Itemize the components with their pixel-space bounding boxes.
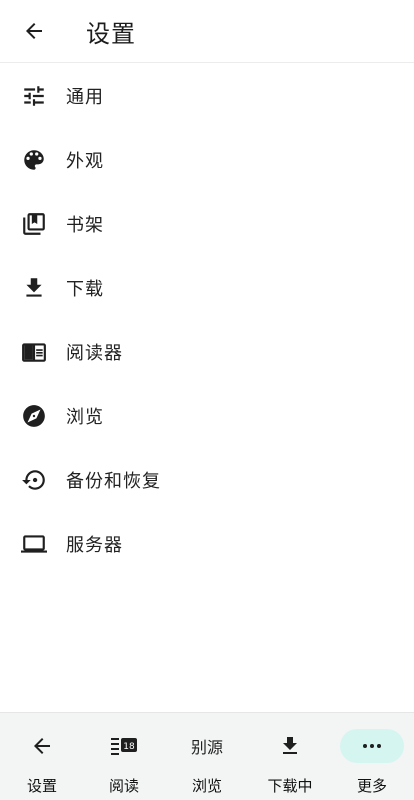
settings-screen: 设置 通用 外观 书架 下载 阅读器 浏览 备份和恢复 服务器 设置 18 阅读…: [0, 0, 414, 800]
settings-item-server[interactable]: 服务器: [0, 512, 414, 576]
settings-item-reader[interactable]: 阅读器: [0, 320, 414, 384]
download-icon: [20, 274, 48, 302]
settings-item-label: 外观: [66, 151, 104, 172]
settings-item-label: 下载: [66, 279, 104, 300]
badge-number: 18: [123, 742, 135, 752]
source-glyph: 别源: [190, 738, 223, 757]
app-bar-divider: [0, 62, 414, 63]
settings-item-appearance[interactable]: 外观: [0, 128, 414, 192]
bottom-nav-label: 浏览: [191, 777, 222, 795]
bottom-nav-label: 下载中: [267, 777, 313, 795]
bottom-nav-label: 更多: [356, 777, 387, 795]
bottom-nav-settings[interactable]: 设置: [1, 713, 83, 800]
settings-item-label: 浏览: [66, 407, 104, 428]
settings-item-label: 阅读器: [66, 343, 123, 364]
settings-item-backup-restore[interactable]: 备份和恢复: [0, 448, 414, 512]
bottom-nav-reading[interactable]: 18 阅读: [83, 713, 165, 800]
download-icon: [258, 729, 322, 763]
settings-item-label: 服务器: [66, 535, 123, 556]
palette-icon: [20, 146, 48, 174]
more-icon: [340, 729, 404, 763]
back-button[interactable]: [6, 0, 62, 62]
reader-icon: [20, 338, 48, 366]
top-app-bar: 设置: [0, 0, 414, 62]
bottom-nav: 设置 18 阅读 别源 浏览 下载中 更多: [0, 712, 414, 800]
settings-item-general[interactable]: 通用: [0, 64, 414, 128]
page-title: 设置: [86, 19, 136, 48]
settings-list: 通用 外观 书架 下载 阅读器 浏览 备份和恢复 服务器: [0, 64, 414, 576]
bookshelf-icon: [20, 210, 48, 238]
restore-icon: [20, 466, 48, 494]
arrow-left-icon: [26, 23, 42, 39]
source-icon: 别源: [175, 729, 239, 763]
settings-item-label: 通用: [66, 87, 104, 108]
settings-item-label: 备份和恢复: [66, 471, 161, 492]
compass-icon: [20, 402, 48, 430]
calendar-badge-icon: 18: [92, 729, 156, 763]
tune-icon: [20, 82, 48, 110]
bottom-nav-browse[interactable]: 别源 浏览: [166, 713, 248, 800]
settings-item-browse[interactable]: 浏览: [0, 384, 414, 448]
settings-item-downloads[interactable]: 下载: [0, 256, 414, 320]
bottom-nav-label: 设置: [26, 777, 57, 795]
settings-item-label: 书架: [66, 215, 104, 236]
bottom-nav-more[interactable]: 更多: [331, 713, 413, 800]
back-arrow-icon: [10, 729, 74, 763]
laptop-icon: [20, 530, 48, 558]
bottom-nav-label: 阅读: [108, 777, 139, 795]
settings-item-library[interactable]: 书架: [0, 192, 414, 256]
bottom-nav-downloading[interactable]: 下载中: [249, 713, 331, 800]
